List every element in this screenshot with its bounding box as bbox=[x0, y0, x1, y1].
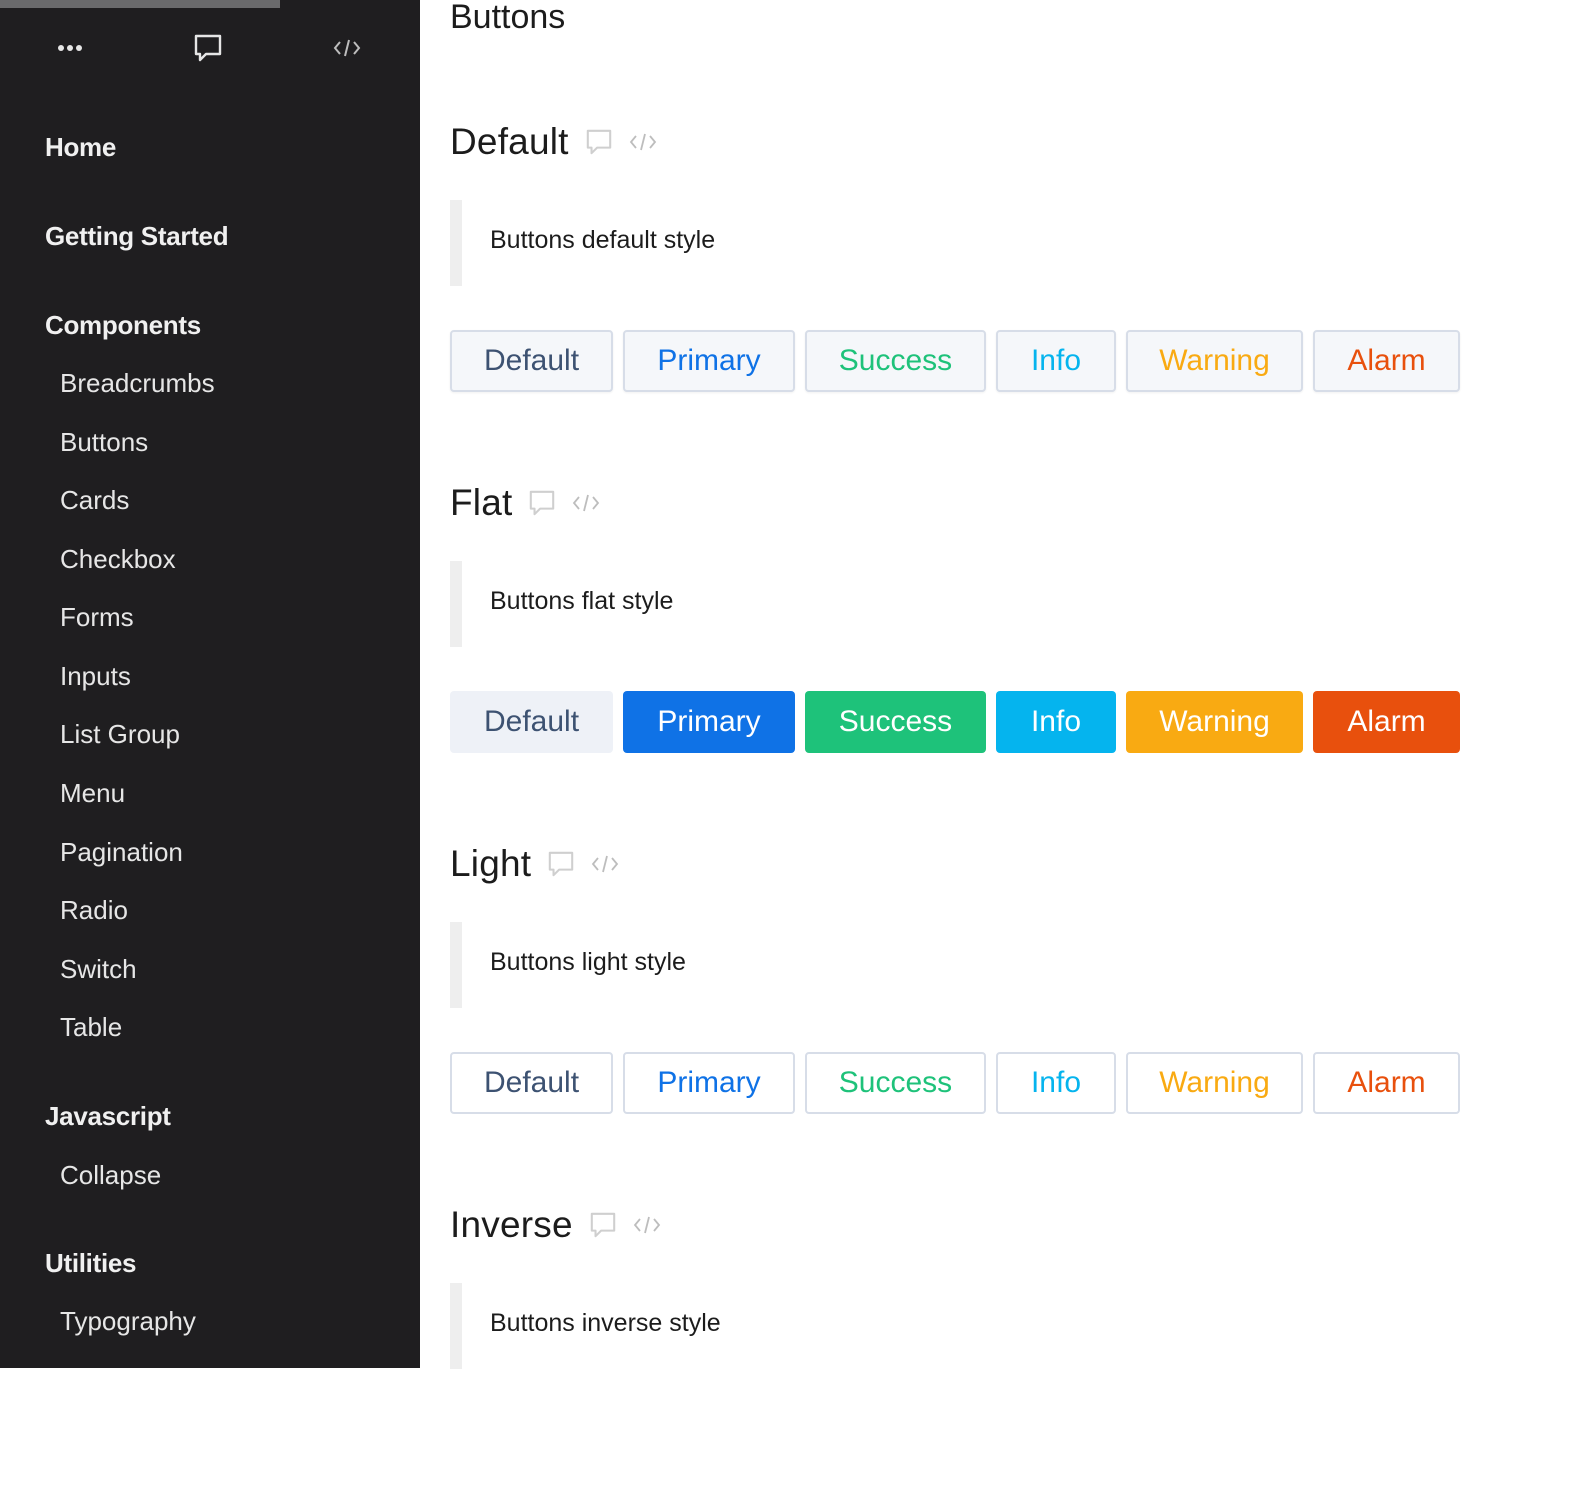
code-icon[interactable] bbox=[327, 30, 367, 66]
sidebar-item-switch[interactable]: Switch bbox=[60, 954, 137, 985]
description-block: Buttons default style bbox=[450, 200, 1550, 286]
sidebar-section-components[interactable]: Components bbox=[45, 310, 201, 341]
code-icon[interactable] bbox=[633, 1216, 661, 1234]
sidebar-item-menu[interactable]: Menu bbox=[60, 778, 125, 809]
info-light-button[interactable]: Info bbox=[996, 1052, 1116, 1114]
success-flat-button[interactable]: Success bbox=[805, 691, 986, 753]
section-title: Light bbox=[450, 843, 532, 884]
section-heading: Inverse bbox=[450, 1203, 661, 1247]
more-horizontal-icon[interactable] bbox=[50, 30, 90, 66]
section-heading: Flat bbox=[450, 481, 600, 525]
page-title: Buttons bbox=[450, 0, 566, 36]
description-block: Buttons light style bbox=[450, 922, 1550, 1008]
sidebar-item-pagination[interactable]: Pagination bbox=[60, 837, 183, 868]
primary-light-button[interactable]: Primary bbox=[623, 1052, 795, 1114]
info-flat-button[interactable]: Info bbox=[996, 691, 1116, 753]
section-heading: Light bbox=[450, 842, 619, 886]
description-text: Buttons light style bbox=[490, 948, 686, 976]
sidebar-item-checkbox[interactable]: Checkbox bbox=[60, 544, 176, 575]
comment-icon[interactable] bbox=[589, 1211, 617, 1239]
sidebar-section-javascript[interactable]: Javascript bbox=[45, 1101, 171, 1132]
sidebar-item-collapse[interactable]: Collapse bbox=[60, 1160, 161, 1191]
scroll-indicator[interactable] bbox=[0, 0, 280, 8]
success-light-button[interactable]: Success bbox=[805, 1052, 986, 1114]
sidebar-item-forms[interactable]: Forms bbox=[60, 602, 134, 633]
default-flat-button[interactable]: Default bbox=[450, 691, 613, 753]
sidebar-section-utilities[interactable]: Utilities bbox=[45, 1248, 137, 1279]
comment-icon[interactable] bbox=[528, 489, 556, 517]
sidebar-section-getting-started[interactable]: Getting Started bbox=[45, 221, 229, 252]
warning-default-button[interactable]: Warning bbox=[1126, 330, 1303, 392]
sidebar-item-inputs[interactable]: Inputs bbox=[60, 661, 131, 692]
description-text: Buttons inverse style bbox=[490, 1309, 721, 1337]
description-text: Buttons flat style bbox=[490, 587, 674, 615]
warning-light-button[interactable]: Warning bbox=[1126, 1052, 1303, 1114]
section-heading: Default bbox=[450, 120, 657, 164]
sidebar-section-home[interactable]: Home bbox=[45, 132, 116, 163]
sidebar-item-typography[interactable]: Typography bbox=[60, 1306, 196, 1337]
info-default-button[interactable]: Info bbox=[996, 330, 1116, 392]
primary-flat-button[interactable]: Primary bbox=[623, 691, 795, 753]
sidebar-item-cards[interactable]: Cards bbox=[60, 485, 129, 516]
code-icon[interactable] bbox=[629, 133, 657, 151]
code-icon[interactable] bbox=[591, 855, 619, 873]
alarm-flat-button[interactable]: Alarm bbox=[1313, 691, 1460, 753]
default-light-button[interactable]: Default bbox=[450, 1052, 613, 1114]
default-default-button[interactable]: Default bbox=[450, 330, 613, 392]
section-light: Light Buttons light style Default Primary Su… bbox=[450, 842, 1550, 1142]
sidebar-item-list-group[interactable]: List Group bbox=[60, 719, 180, 750]
comment-icon[interactable] bbox=[585, 128, 613, 156]
alarm-default-button[interactable]: Alarm bbox=[1313, 330, 1460, 392]
main-content: Buttons Default Buttons default style Defa… bbox=[420, 0, 1584, 1369]
description-block: Buttons inverse style bbox=[450, 1283, 1550, 1369]
sidebar: Home Getting Started Components Breadcrumbs… bbox=[0, 0, 420, 1368]
description-text: Buttons default style bbox=[490, 226, 716, 254]
primary-default-button[interactable]: Primary bbox=[623, 330, 795, 392]
section-title: Inverse bbox=[450, 1204, 573, 1245]
code-icon[interactable] bbox=[572, 494, 600, 512]
alarm-light-button[interactable]: Alarm bbox=[1313, 1052, 1460, 1114]
section-inverse: Inverse Buttons inverse style bbox=[450, 1203, 1550, 1503]
section-default: Default Buttons default style Default Prima… bbox=[450, 120, 1550, 420]
warning-flat-button[interactable]: Warning bbox=[1126, 691, 1303, 753]
sidebar-item-buttons[interactable]: Buttons bbox=[60, 427, 148, 458]
sidebar-item-radio[interactable]: Radio bbox=[60, 895, 128, 926]
section-title: Default bbox=[450, 121, 569, 162]
section-flat: Flat Buttons flat style Default Primary Succ… bbox=[450, 481, 1550, 781]
sidebar-item-table[interactable]: Table bbox=[60, 1012, 122, 1043]
success-default-button[interactable]: Success bbox=[805, 330, 986, 392]
section-title: Flat bbox=[450, 482, 513, 523]
sidebar-item-breadcrumbs[interactable]: Breadcrumbs bbox=[60, 368, 215, 399]
comment-icon[interactable] bbox=[188, 30, 228, 66]
description-block: Buttons flat style bbox=[450, 561, 1550, 647]
comment-icon[interactable] bbox=[547, 850, 575, 878]
